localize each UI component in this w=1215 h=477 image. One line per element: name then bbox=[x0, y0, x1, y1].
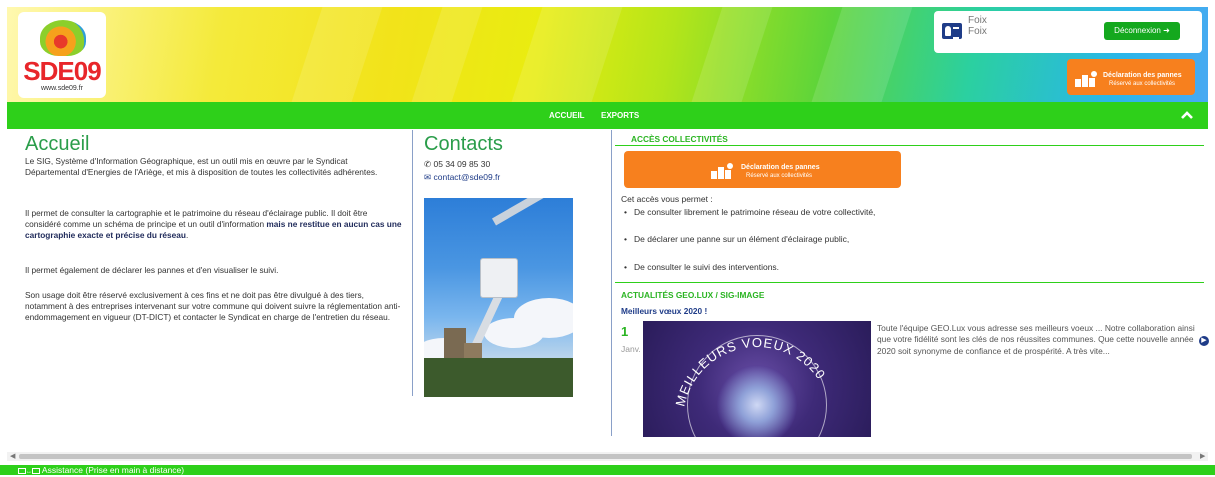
accueil-paragraph-1: Le SIG, Système d'Information Géographiq… bbox=[25, 156, 378, 178]
actu-rule bbox=[615, 282, 1204, 283]
acces-item-1: De consulter librement le patrimoine rés… bbox=[624, 206, 898, 218]
top-margin bbox=[0, 0, 1215, 7]
logo-sun-icon bbox=[40, 20, 86, 56]
scroll-right-icon[interactable]: ▶ bbox=[1200, 452, 1205, 461]
scroll-left-icon[interactable]: ◀ bbox=[10, 452, 15, 461]
sde09-logo[interactable]: SDE09 www.sde09.fr bbox=[18, 12, 106, 98]
contact-phone: ✆ 05 34 09 85 30 bbox=[424, 159, 490, 170]
accueil-paragraph-3: Il permet également de déclarer les pann… bbox=[25, 265, 279, 275]
user-name-line2: Foix bbox=[968, 26, 987, 37]
panne-declaration-button[interactable]: Déclaration des pannes Réservé aux colle… bbox=[624, 151, 901, 188]
assistance-label: Assistance (Prise en main à distance) bbox=[41, 465, 185, 475]
panne-button-title: Déclaration des pannes bbox=[741, 164, 820, 171]
acces-item-3: De consulter le suivi des interventions. bbox=[624, 261, 898, 273]
panne-header-button[interactable]: Déclaration des pannes Réservé aux colle… bbox=[1067, 59, 1195, 95]
main-navbar: ACCUEIL EXPORTS bbox=[7, 102, 1208, 129]
bucket-image bbox=[480, 258, 518, 298]
news-month: Janv. bbox=[621, 344, 641, 354]
panne-header-subtitle: Réservé aux collectivités bbox=[1109, 81, 1176, 87]
news-day: 1 bbox=[621, 324, 629, 339]
logout-button[interactable]: Déconnexion ➜ bbox=[1104, 22, 1180, 40]
logo-url: www.sde09.fr bbox=[40, 85, 84, 92]
monitor-icon bbox=[32, 467, 40, 474]
acces-rule bbox=[615, 145, 1204, 146]
news-image[interactable]: MEILLEURS VOEUX 2020 bbox=[643, 321, 871, 437]
nav-accueil[interactable]: ACCUEIL bbox=[549, 111, 585, 120]
news-image-caption: MEILLEURS VOEUX 2020 bbox=[672, 335, 828, 408]
contact-email[interactable]: ✉ contact@sde09.fr bbox=[424, 172, 500, 183]
news-title[interactable]: Meilleurs vœux 2020 ! bbox=[621, 306, 707, 316]
accueil-paragraph-2: Il permet de consulter la cartographie e… bbox=[25, 208, 403, 242]
user-card-icon bbox=[942, 23, 962, 39]
envelope-icon: ✉ bbox=[424, 172, 432, 182]
user-name: Foix Foix bbox=[968, 15, 987, 37]
chevron-up-icon[interactable] bbox=[1180, 109, 1194, 121]
panne-map-icon bbox=[711, 163, 737, 179]
panne-header-title: Déclaration des pannes bbox=[1103, 72, 1182, 79]
horizontal-scrollbar[interactable]: ◀ ▶ bbox=[7, 452, 1208, 461]
phone-number: 05 34 09 85 30 bbox=[433, 159, 491, 169]
actualites-title: ACTUALITÉS GEO.LUX / SIG-IMAGE bbox=[621, 290, 765, 300]
phone-icon: ✆ bbox=[424, 159, 432, 169]
panne-map-icon bbox=[1075, 71, 1101, 87]
acces-intro: Cet accès vous permet : bbox=[621, 194, 713, 204]
email-link[interactable]: contact@sde09.fr bbox=[434, 172, 501, 182]
header-banner: SDE09 www.sde09.fr Foix Foix Déconnexion… bbox=[7, 7, 1208, 102]
svg-text:MEILLEURS VOEUX 2020: MEILLEURS VOEUX 2020 bbox=[672, 335, 828, 408]
accueil-p2-end: . bbox=[185, 230, 189, 241]
column-divider-2 bbox=[611, 130, 612, 436]
contact-photo bbox=[424, 198, 573, 397]
user-panel: Foix Foix Déconnexion ➜ bbox=[934, 11, 1202, 53]
nav-exports[interactable]: EXPORTS bbox=[601, 111, 639, 120]
acces-title: ACCÈS COLLECTIVITÉS bbox=[631, 134, 728, 144]
accueil-paragraph-4: Son usage doit être réservé exclusivemen… bbox=[25, 290, 401, 323]
scrollbar-thumb[interactable] bbox=[19, 454, 1192, 459]
footer-bar: ↔ Assistance (Prise en main à distance) bbox=[0, 465, 1215, 475]
logout-icon: ➜ bbox=[1163, 26, 1170, 35]
accueil-title: Accueil bbox=[25, 133, 90, 155]
column-divider-1 bbox=[412, 130, 413, 396]
contacts-title: Contacts bbox=[424, 133, 503, 155]
logo-text: SDE09 bbox=[23, 56, 101, 86]
user-name-line1: Foix bbox=[968, 15, 987, 26]
assistance-link[interactable]: ↔ Assistance (Prise en main à distance) bbox=[18, 465, 184, 477]
logout-label: Déconnexion bbox=[1114, 26, 1161, 35]
acces-item-2: De déclarer une panne sur un élément d'é… bbox=[624, 233, 898, 245]
news-image-text: MEILLEURS VOEUX 2020 bbox=[672, 335, 827, 408]
news-text: Toute l'équipe GEO.Lux vous adresse ses … bbox=[877, 323, 1195, 356]
next-arrow-icon[interactable]: ▶ bbox=[1199, 336, 1209, 346]
panne-button-subtitle: Réservé aux collectivités bbox=[746, 173, 813, 179]
monitor-icon bbox=[18, 467, 26, 474]
